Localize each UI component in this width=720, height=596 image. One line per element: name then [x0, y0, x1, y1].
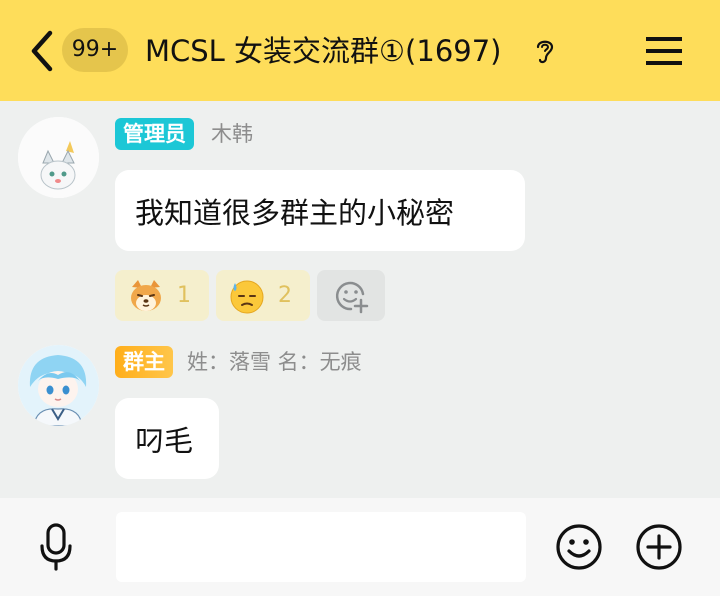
sweat-face-emoji-icon — [230, 280, 264, 314]
reaction-count: 1 — [177, 283, 191, 308]
unread-count-badge[interactable]: 99+ — [62, 28, 128, 72]
add-reaction-button[interactable] — [317, 270, 385, 321]
menu-icon[interactable] — [646, 35, 682, 67]
chat-header: 99+ MCSL 女装交流群①(1697) — [0, 0, 720, 101]
anime-avatar-icon — [18, 345, 99, 426]
reaction-chip[interactable]: 2 — [216, 270, 310, 321]
anime-avatar-icon — [18, 117, 99, 198]
sender-avatar[interactable] — [18, 345, 99, 426]
smiley-icon[interactable] — [555, 523, 603, 571]
shiba-dog-emoji-icon — [131, 280, 161, 311]
message-text: 叼毛 — [135, 423, 194, 458]
message-input[interactable] — [116, 512, 526, 582]
admin-role-badge: 管理员 — [115, 118, 194, 150]
add-emoji-icon — [335, 281, 369, 314]
reaction-count: 2 — [278, 283, 292, 308]
message-input-bar — [0, 498, 720, 596]
reaction-chip[interactable]: 1 — [115, 270, 209, 321]
group-title[interactable]: MCSL 女装交流群①(1697) — [145, 26, 501, 76]
sender-name[interactable]: 木韩 — [211, 118, 253, 150]
message-text: 我知道很多群主的小秘密 — [135, 195, 455, 230]
microphone-icon[interactable] — [38, 522, 74, 572]
sender-name[interactable]: 姓：落雪 名：无痕 — [187, 346, 362, 378]
plus-icon[interactable] — [635, 523, 683, 571]
message-bubble[interactable]: 叼毛 — [115, 398, 219, 479]
ear-icon[interactable] — [533, 36, 557, 66]
message-bubble[interactable]: 我知道很多群主的小秘密 — [115, 170, 525, 251]
sender-avatar[interactable] — [18, 117, 99, 198]
owner-role-badge: 群主 — [115, 346, 173, 378]
back-arrow-icon[interactable] — [28, 29, 58, 73]
